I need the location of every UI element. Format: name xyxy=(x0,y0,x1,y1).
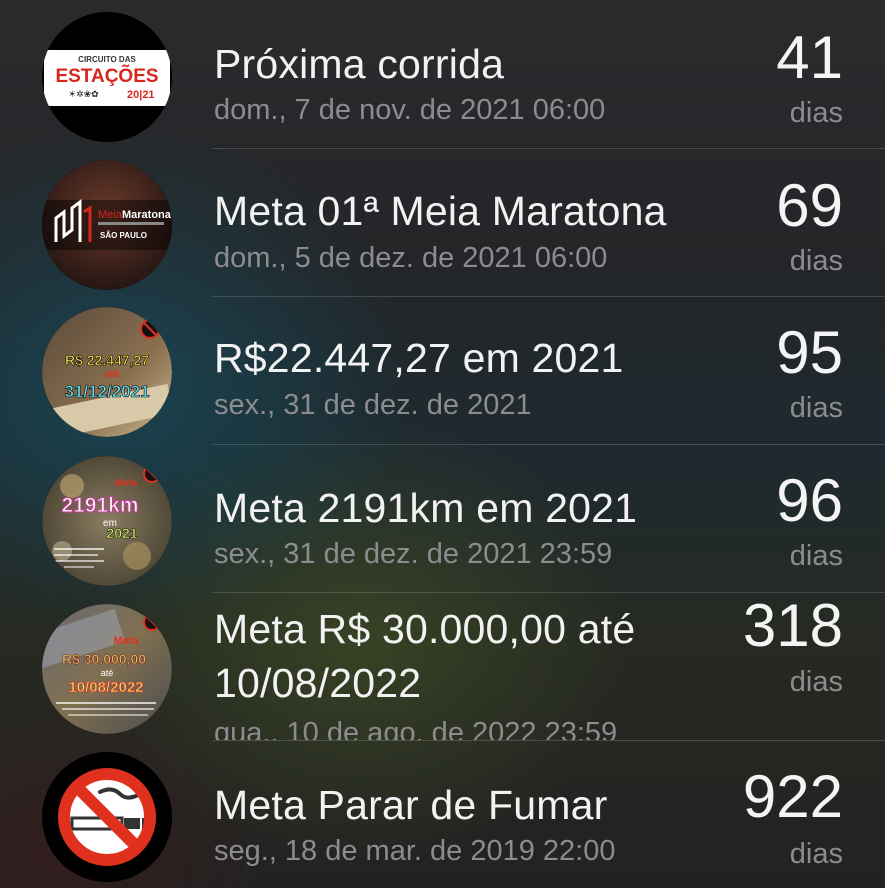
item-title-line2: 10/08/2022 xyxy=(214,660,422,706)
item-title: Meta 01ª Meia Maratona xyxy=(214,188,667,234)
image-text-line1: Meta xyxy=(115,478,138,489)
item-date: qua., 10 de ago. de 2022 23:59 xyxy=(214,717,618,740)
logo-text-line2: Maratona xyxy=(122,209,172,221)
list-item[interactable]: Meia Maratona SÃO PAULO Meta 01ª Meia Ma… xyxy=(0,149,885,297)
image-text-line2: R$ 30.000,00 xyxy=(62,651,146,667)
money-goal-image: R$ 22.447,27 até 31/12/2021 xyxy=(42,307,172,437)
item-days-unit: dias xyxy=(789,392,843,424)
image-text-line3: 31/12/2021 xyxy=(64,382,149,401)
item-date: sex., 31 de dez. de 2021 xyxy=(214,389,532,421)
logo-text-line2: ESTAÇÕES xyxy=(55,65,158,87)
meia-maratona-logo: Meia Maratona SÃO PAULO xyxy=(42,160,172,290)
list-item[interactable]: Meta R$ 30.000,00 até 10/08/2022 Meta R$… xyxy=(0,593,885,741)
image-text-line4: 2021 xyxy=(106,525,137,541)
image-text-line2: 2191km xyxy=(61,494,138,517)
item-days-unit: dias xyxy=(789,540,843,572)
item-days-count: 96 xyxy=(776,467,843,534)
image-text-line3: até xyxy=(101,668,114,678)
item-date-clipped: qua., 10 de ago. de 2022 23:59 xyxy=(0,713,885,740)
image-text-line4: 10/08/2022 xyxy=(68,679,143,696)
no-smoking-icon xyxy=(42,752,172,882)
countdown-widget: CIRCUITO DAS ESTAÇÕES ☀✲❀✿ 20|21 Próxima… xyxy=(0,0,885,888)
item-days-count: 95 xyxy=(776,319,843,386)
list-item[interactable]: Meta Parar de Fumar seg., 18 de mar. de … xyxy=(0,741,885,888)
item-days-count: 922 xyxy=(742,763,843,830)
logo-text-line1: CIRCUITO DAS xyxy=(78,55,136,64)
list-item[interactable]: Meta 2191km em 2021 Meta 2191km em 2021 … xyxy=(0,445,885,593)
item-days-unit: dias xyxy=(789,97,843,129)
item-days-count: 41 xyxy=(776,24,843,91)
item-date: dom., 5 de dez. de 2021 06:00 xyxy=(214,242,608,274)
logo-text-line3: SÃO PAULO xyxy=(100,231,147,240)
item-title: Próxima corrida xyxy=(214,41,505,87)
image-text-line2: até xyxy=(105,369,120,380)
logo-season-icons: ☀✲❀✿ xyxy=(68,90,99,100)
item-date: seg., 18 de mar. de 2019 22:00 xyxy=(214,835,616,867)
item-days-count: 69 xyxy=(776,172,843,239)
logo-text-line3: 20|21 xyxy=(127,89,155,101)
item-days-count: 318 xyxy=(742,592,843,659)
image-text-line1: Meta xyxy=(113,635,139,647)
item-days-unit: dias xyxy=(789,838,843,870)
item-date: sex., 31 de dez. de 2021 23:59 xyxy=(214,538,613,570)
item-days-unit: dias xyxy=(789,666,843,698)
km-goal-image: Meta 2191km em 2021 xyxy=(42,456,172,586)
item-title-line1: Meta R$ 30.000,00 até xyxy=(214,606,636,652)
item-title: Meta 2191km em 2021 xyxy=(214,485,638,531)
item-days-unit: dias xyxy=(789,245,843,277)
image-text-line1: R$ 22.447,27 xyxy=(65,352,149,368)
circuito-das-estacoes-logo: CIRCUITO DAS ESTAÇÕES ☀✲❀✿ 20|21 xyxy=(42,12,172,142)
logo-text-line1: Meia xyxy=(98,209,123,221)
item-title: R$22.447,27 em 2021 xyxy=(214,335,624,381)
list-item[interactable]: R$ 22.447,27 até 31/12/2021 R$22.447,27 … xyxy=(0,297,885,445)
list-item[interactable]: CIRCUITO DAS ESTAÇÕES ☀✲❀✿ 20|21 Próxima… xyxy=(0,0,885,148)
item-date: dom., 7 de nov. de 2021 06:00 xyxy=(214,94,606,126)
item-title: Meta Parar de Fumar xyxy=(214,782,608,828)
